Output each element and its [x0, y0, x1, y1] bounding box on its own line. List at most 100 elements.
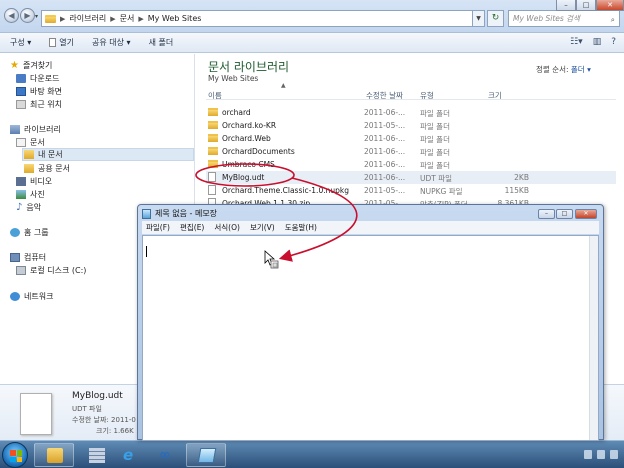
sidebar-item-videos[interactable]: 비디오	[16, 176, 52, 187]
taskbar-explorer-button[interactable]	[34, 443, 74, 467]
notepad-text-area[interactable]	[142, 235, 599, 441]
address-bar[interactable]: ▶ 라이브러리 ▶ 문서 ▶ My Web Sites	[41, 10, 473, 27]
arrange-dropdown[interactable]: 폴더 ▾	[571, 65, 591, 74]
notepad-title: 제목 없음 - 메모장	[155, 209, 218, 218]
tray-icon[interactable]	[584, 450, 592, 459]
tray-icon[interactable]	[597, 450, 605, 459]
sidebar-item-local-disk[interactable]: 로컬 디스크 (C:)	[16, 265, 86, 276]
chevron-right-icon[interactable]: ▶	[138, 15, 143, 23]
sidebar-item-music[interactable]: ♪ 음악	[16, 202, 41, 213]
file-name: Orchard.Theme.Classic-1.0.nupkg	[222, 186, 349, 195]
sidebar-item-recent[interactable]: 최근 위치	[16, 99, 62, 110]
file-row[interactable]: Orchard.Theme.Classic-1.0.nupkg 2011-05-.…	[206, 184, 616, 197]
file-date: 2011-06-...	[364, 108, 406, 117]
organize-button[interactable]: 구성 ▾	[10, 37, 31, 48]
vertical-scrollbar[interactable]	[589, 236, 598, 440]
file-name: Orchard.ko-KR	[222, 121, 277, 130]
breadcrumb-my-web-sites[interactable]: My Web Sites	[148, 14, 202, 23]
sidebar-item-homegroup[interactable]: 홈 그룹	[10, 227, 49, 238]
sidebar-item-libraries[interactable]: 라이브러리	[10, 124, 61, 135]
menu-edit[interactable]: 편집(E)	[180, 222, 204, 233]
breadcrumb-documents[interactable]: 문서	[120, 13, 135, 24]
recent-places-icon	[16, 100, 26, 109]
share-button[interactable]: 공유 대상 ▾	[92, 37, 131, 48]
notepad-icon	[142, 208, 151, 219]
folder-icon	[45, 14, 56, 23]
file-row[interactable]: MyBlog.udt 2011-06-... UDT 파일 2KB	[206, 171, 616, 184]
notepad-maximize-button[interactable]: □	[556, 209, 573, 219]
taskbar-webmatrix-button[interactable]: ∞	[146, 443, 186, 467]
refresh-icon[interactable]: ↻	[487, 10, 504, 27]
search-placeholder: My Web Sites 검색	[513, 14, 580, 23]
folder-icon	[47, 448, 63, 463]
file-date: 2011-06-...	[364, 160, 406, 169]
sidebar-item-network[interactable]: 네트워크	[10, 291, 53, 302]
view-options-icon[interactable]: ☷▾	[570, 37, 583, 47]
preview-pane-icon[interactable]: ▥	[593, 37, 602, 47]
downloads-icon	[16, 74, 26, 83]
open-button[interactable]: 열기	[49, 37, 74, 48]
arrange-label: 정렬 순서:	[536, 65, 569, 74]
file-name: Orchard.Web	[222, 134, 271, 143]
chevron-right-icon[interactable]: ▶	[110, 15, 115, 23]
file-row[interactable]: orchard 2011-06-... 파일 폴더	[206, 106, 616, 119]
sidebar-label: 라이브러리	[24, 125, 61, 134]
breadcrumb-libraries[interactable]: 라이브러리	[69, 13, 106, 24]
menu-format[interactable]: 서식(O)	[214, 222, 240, 233]
sidebar-item-public-documents[interactable]: 공용 문서	[24, 163, 70, 174]
menu-file[interactable]: 파일(F)	[146, 222, 170, 233]
file-row[interactable]: Orchard.ko-KR 2011-05-... 파일 폴더	[206, 119, 616, 132]
search-input[interactable]: My Web Sites 검색 ⌕	[508, 10, 620, 27]
file-row[interactable]: Umbraco CMS 2011-06-... 파일 폴더	[206, 158, 616, 171]
sidebar-label: 로컬 디스크 (C:)	[30, 266, 87, 275]
notepad-minimize-button[interactable]: –	[538, 209, 555, 219]
sidebar-label: 다운로드	[30, 74, 60, 83]
history-dropdown-icon[interactable]: ▾	[35, 13, 38, 20]
notepad-titlebar[interactable]: 제목 없음 - 메모장	[142, 208, 217, 219]
file-row[interactable]: Orchard.Web 2011-06-... 파일 폴더	[206, 132, 616, 145]
details-modified: 수정한 날짜: 2011-0	[72, 415, 136, 425]
sidebar-item-computer[interactable]: 컴퓨터	[10, 252, 46, 263]
forward-button[interactable]: ▶	[20, 8, 35, 23]
minimize-button[interactable]: –	[556, 0, 576, 11]
sidebar-item-desktop[interactable]: 바탕 화면	[16, 86, 62, 97]
taskbar-ie-button[interactable]: e	[110, 443, 150, 467]
close-button[interactable]: ✕	[596, 0, 624, 11]
sidebar-item-my-documents[interactable]: 내 문서	[22, 148, 194, 161]
menu-view[interactable]: 보기(V)	[250, 222, 275, 233]
header-divider	[206, 99, 616, 100]
notepad-close-button[interactable]: ✕	[575, 209, 597, 219]
taskbar-notepad-button[interactable]	[186, 443, 226, 467]
folder-icon	[208, 108, 218, 116]
sidebar-label: 음악	[26, 203, 42, 212]
file-row[interactable]: OrchardDocuments 2011-06-... 파일 폴더	[206, 145, 616, 158]
chevron-right-icon[interactable]: ▶	[60, 15, 65, 23]
help-icon[interactable]: ?	[611, 37, 616, 47]
file-date: 2011-06-...	[364, 134, 406, 143]
details-file-type: UDT 파일	[72, 405, 102, 413]
new-folder-button[interactable]: 새 폴더	[149, 37, 174, 48]
address-dropdown-icon[interactable]: ▼	[473, 10, 485, 27]
sidebar-item-downloads[interactable]: 다운로드	[16, 73, 59, 84]
sidebar-item-pictures[interactable]: 사진	[16, 189, 45, 200]
search-icon[interactable]: ⌕	[611, 12, 615, 27]
sidebar-label: 공용 문서	[38, 164, 70, 173]
file-date: 2011-06-...	[364, 147, 406, 156]
documents-icon	[16, 138, 26, 147]
system-tray	[584, 450, 618, 459]
folder-icon	[208, 121, 218, 129]
start-button[interactable]	[2, 442, 28, 468]
details-file-name: MyBlog.udt	[72, 391, 123, 401]
back-button[interactable]: ◀	[4, 8, 19, 23]
file-type: 파일 폴더	[420, 109, 450, 118]
library-title: 문서 라이브러리	[208, 60, 290, 74]
sidebar-item-favorites[interactable]: ★ 즐겨찾기	[10, 60, 52, 71]
notepad-menu-bar: 파일(F) 편집(E) 서식(O) 보기(V) 도움말(H)	[142, 221, 599, 234]
details-modified-value: 2011-0	[111, 416, 136, 424]
maximize-button[interactable]: □	[576, 0, 596, 11]
sidebar-item-documents[interactable]: 문서	[16, 137, 45, 148]
menu-help[interactable]: 도움말(H)	[285, 222, 317, 233]
arrange-by[interactable]: 정렬 순서: 폴더 ▾	[536, 64, 591, 75]
tray-icon[interactable]	[610, 450, 618, 459]
file-name: MyBlog.udt	[222, 173, 265, 182]
